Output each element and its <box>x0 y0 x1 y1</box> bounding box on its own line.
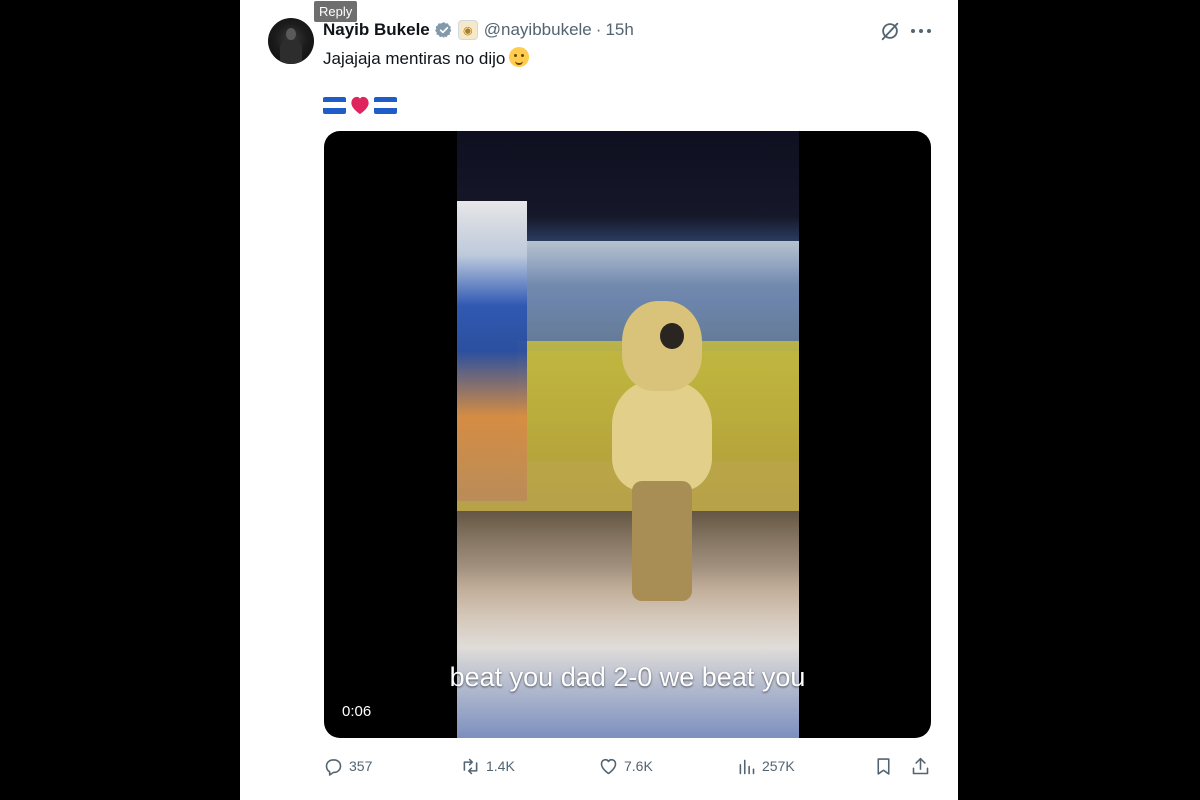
like-button[interactable]: 7.6K <box>598 752 653 780</box>
waving-flag <box>457 201 527 501</box>
video-elapsed-time: 0:06 <box>342 703 372 720</box>
tweet-timestamp[interactable]: 15h <box>605 20 633 40</box>
avatar[interactable] <box>268 18 314 64</box>
red-heart-icon <box>351 96 369 115</box>
crying-laughing-face-icon <box>509 47 530 67</box>
reply-button[interactable]: 357 <box>323 752 372 780</box>
heart-icon <box>600 758 617 774</box>
repost-count: 1.4K <box>486 758 515 774</box>
share-icon <box>912 757 929 774</box>
bookmark-icon <box>877 757 890 775</box>
tweet-header: Nayib Bukele ◉ @nayibbukele · 15h <box>323 18 634 42</box>
tweet-text: Jajajaja mentiras no dijo <box>323 47 530 69</box>
video-player[interactable]: beat you dad 2-0 we beat you 0:06 <box>324 131 931 738</box>
separator-dot: · <box>595 20 602 39</box>
reply-icon <box>325 758 342 776</box>
display-name[interactable]: Nayib Bukele <box>323 20 430 40</box>
share-button[interactable] <box>910 752 936 780</box>
video-frame <box>457 131 799 738</box>
repost-button[interactable]: 1.4K <box>460 752 515 780</box>
avatar-body <box>280 40 302 64</box>
user-handle[interactable]: @nayibbukele <box>484 20 592 40</box>
grok-icon[interactable] <box>879 20 901 42</box>
affiliate-badge-icon[interactable]: ◉ <box>457 20 478 40</box>
verified-badge-icon[interactable] <box>434 21 453 39</box>
tweet-actions: 357 1.4K 7.6K 257K <box>323 752 933 780</box>
mascot-head <box>622 301 702 391</box>
views-button[interactable]: 257K <box>736 752 795 780</box>
mascot-mouth <box>660 323 684 349</box>
more-options-icon[interactable] <box>911 29 931 35</box>
repost-icon <box>463 758 478 774</box>
mascot-figure <box>607 301 717 601</box>
views-count: 257K <box>762 758 795 774</box>
reply-count: 357 <box>349 758 373 774</box>
bookmark-button[interactable] <box>873 752 899 780</box>
mascot-legs <box>632 481 692 601</box>
tweet-flags <box>323 95 397 115</box>
views-chart-icon <box>739 759 755 774</box>
mascot-torso <box>612 381 712 491</box>
avatar-head <box>286 28 296 40</box>
like-count: 7.6K <box>624 758 653 774</box>
tweet-text-content: Jajajaja mentiras no dijo <box>323 49 506 68</box>
el-salvador-flag-icon <box>374 96 397 114</box>
el-salvador-flag-icon <box>323 96 346 114</box>
video-caption: beat you dad 2-0 we beat you <box>449 662 806 692</box>
